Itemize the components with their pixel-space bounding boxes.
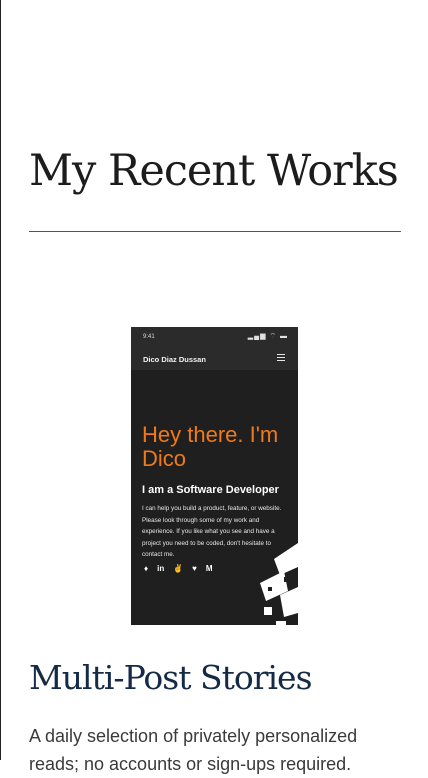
- preview-social-links: ♦ in ✌ ♥ M: [144, 564, 213, 573]
- project-preview-image[interactable]: 9:41 ▂▄▆ ⌔ ▬ Dico Diaz Dussan Hey there.…: [131, 327, 298, 625]
- project-title[interactable]: Multi-Post Stories: [29, 658, 313, 697]
- preview-status-bar: 9:41 ▂▄▆ ⌔ ▬: [131, 327, 298, 347]
- page-left-border: [0, 0, 1, 760]
- pixel-decoration-graphic: [260, 543, 298, 625]
- preview-status-time: 9:41: [143, 334, 155, 340]
- signal-wifi-battery-icon: ▂▄▆ ⌔ ▬: [247, 333, 288, 340]
- linkedin-icon: in: [157, 564, 165, 573]
- preview-app-name: Dico Diaz Dussan: [143, 355, 206, 364]
- angellist-icon: ✌: [173, 564, 184, 573]
- github-icon: ♦: [144, 564, 149, 573]
- project-description: A daily selection of privately personali…: [29, 726, 358, 774]
- hamburger-menu-icon: [277, 354, 285, 361]
- medium-icon: M: [205, 564, 213, 573]
- twitter-icon: ♥: [192, 564, 197, 573]
- section-divider: [29, 231, 401, 232]
- section-title: My Recent Works: [29, 146, 399, 196]
- preview-app-bar: Dico Diaz Dussan: [131, 347, 298, 370]
- preview-hero-role: I am a Software Developer: [142, 484, 279, 496]
- preview-hero-greeting: Hey there. I'm Dico: [142, 422, 279, 471]
